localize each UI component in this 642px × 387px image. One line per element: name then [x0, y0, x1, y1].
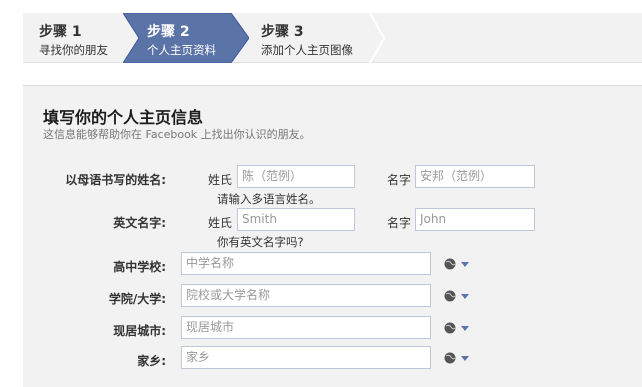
high-school-input[interactable]: 中学名称 [181, 252, 431, 275]
step-2-subtitle: 个人主页资料 [147, 43, 216, 57]
step-1-title: 步骤 1 [39, 24, 82, 40]
step-bar: 步骤 1 寻找你的朋友 步骤 2 个人主页资料 步骤 3 添加个人主页图像 [23, 13, 642, 63]
globe-icon[interactable] [443, 289, 471, 303]
profile-info-panel: 填写你的个人主页信息 这信息能够帮助你在 Facebook 上找出你认识的朋友。… [23, 85, 642, 387]
current-city-label: 现居城市: [113, 324, 166, 338]
step-2-active[interactable]: 步骤 2 个人主页资料 [123, 13, 249, 63]
native-surname-input[interactable]: 陈（范例） [237, 165, 355, 188]
panel-subtitle: 这信息能够帮助你在 Facebook 上找出你认识的朋友。 [43, 128, 311, 141]
high-school-label: 高中学校: [113, 260, 166, 274]
native-name-label: 以母语书写的姓名: [65, 173, 166, 187]
step-2-title: 步骤 2 [147, 24, 190, 40]
step-1-subtitle: 寻找你的朋友 [39, 43, 108, 57]
globe-icon[interactable] [443, 257, 471, 271]
hometown-input[interactable]: 家乡 [181, 346, 431, 369]
current-city-input[interactable]: 现居城市 [181, 316, 431, 339]
english-surname-input[interactable]: Smith [237, 208, 355, 231]
hometown-label: 家乡: [137, 354, 166, 368]
english-given-label: 名字 [387, 216, 412, 230]
native-surname-label: 姓氏 [208, 173, 233, 187]
step-3[interactable]: 步骤 3 添加个人主页图像 [249, 13, 409, 63]
english-name-hint: 你有英文名字吗? [217, 235, 304, 249]
globe-icon[interactable] [443, 321, 471, 335]
step-1[interactable]: 步骤 1 寻找你的朋友 [23, 13, 123, 63]
native-given-input[interactable]: 安邦（范例） [415, 165, 535, 188]
english-given-input[interactable]: John [415, 208, 535, 231]
native-given-label: 名字 [387, 173, 412, 187]
native-name-hint: 请输入多语言姓名。 [217, 192, 321, 206]
step-3-title: 步骤 3 [261, 24, 304, 40]
globe-icon[interactable] [443, 351, 471, 365]
college-label: 学院/大学: [108, 292, 166, 306]
panel-title: 填写你的个人主页信息 [43, 108, 204, 127]
english-surname-label: 姓氏 [208, 216, 233, 230]
college-input[interactable]: 院校或大学名称 [181, 284, 431, 307]
step-end-chevron [369, 13, 385, 63]
english-name-label: 英文名字: [113, 216, 166, 230]
step-3-subtitle: 添加个人主页图像 [261, 43, 353, 57]
